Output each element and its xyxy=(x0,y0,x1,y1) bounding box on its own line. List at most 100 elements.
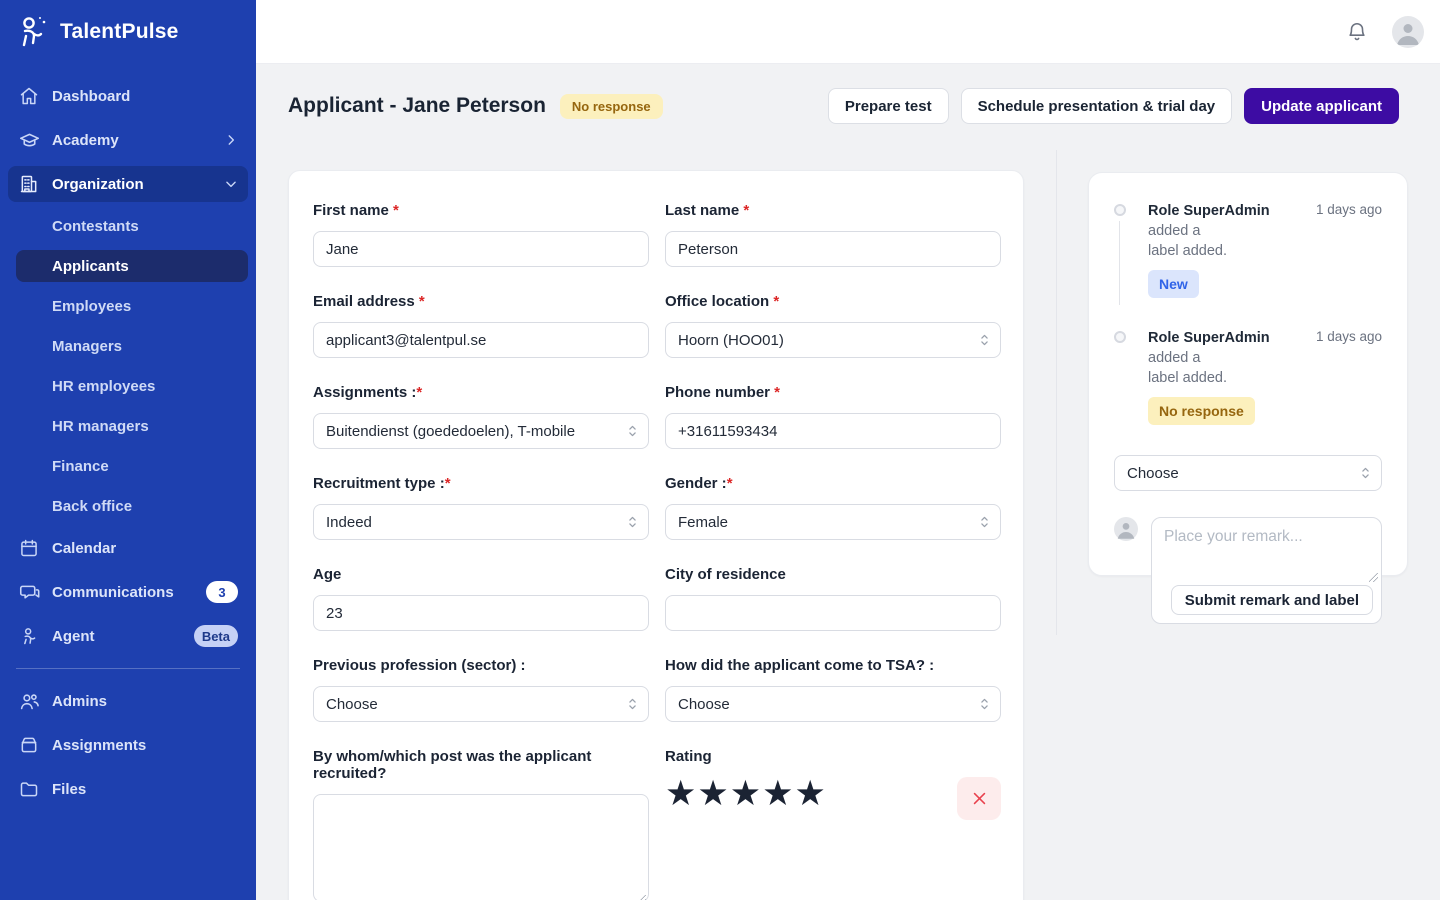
city-label: City of residence xyxy=(665,566,1001,583)
bell-icon[interactable] xyxy=(1346,21,1368,43)
previous-profession-label: Previous profession (sector) : xyxy=(313,657,649,674)
sidebar-item-dashboard[interactable]: Dashboard xyxy=(8,78,248,114)
communications-count-badge: 3 xyxy=(206,581,238,603)
age-input[interactable] xyxy=(313,595,649,631)
recruitment-type-field: Recruitment type :* Indeed xyxy=(313,475,649,540)
page-header: Applicant - Jane Peterson No response Pr… xyxy=(288,88,1399,124)
rating-stars[interactable]: ★★★★★ xyxy=(665,775,827,813)
sidebar-subitem-hr-employees[interactable]: HR employees xyxy=(16,370,248,402)
chevron-down-icon xyxy=(224,177,238,191)
sidebar-item-admins[interactable]: Admins xyxy=(8,683,248,719)
sidebar-item-organization[interactable]: Organization xyxy=(8,166,248,202)
sidebar: TalentPulse Dashboard Academy Organizati… xyxy=(0,0,256,900)
sidebar-subitem-hr-managers[interactable]: HR managers xyxy=(16,410,248,442)
select-chevrons-icon xyxy=(978,697,991,712)
office-location-select[interactable]: Hoorn (HOO01) xyxy=(665,322,1001,358)
gender-select[interactable]: Female xyxy=(665,504,1001,540)
graduation-cap-icon xyxy=(18,129,40,151)
sidebar-subitem-finance[interactable]: Finance xyxy=(16,450,248,482)
timeline-dot-icon xyxy=(1114,331,1126,343)
sidebar-item-label: Dashboard xyxy=(52,88,130,105)
phone-input[interactable] xyxy=(665,413,1001,449)
sidebar-divider xyxy=(16,668,240,669)
age-label: Age xyxy=(313,566,649,583)
submit-remark-button[interactable]: Submit remark and label xyxy=(1171,585,1373,615)
select-chevrons-icon xyxy=(978,515,991,530)
sidebar-item-label: Organization xyxy=(52,176,144,193)
sidebar-subitem-contestants[interactable]: Contestants xyxy=(16,210,248,242)
recruitment-type-select[interactable]: Indeed xyxy=(313,504,649,540)
rating-label: Rating xyxy=(665,748,1001,765)
office-location-label: Office location * xyxy=(665,293,1001,310)
email-input[interactable] xyxy=(313,322,649,358)
last-name-input[interactable] xyxy=(665,231,1001,267)
assignments-field: Assignments :* Buitendienst (goededoelen… xyxy=(313,384,649,449)
sidebar-item-label: Academy xyxy=(52,132,119,149)
sidebar-nav: Dashboard Academy Organization Contestan… xyxy=(0,64,256,807)
brand-name: TalentPulse xyxy=(60,20,179,44)
activity-event: Role SuperAdmin added a label added. No … xyxy=(1114,328,1382,425)
rating-field: Rating ★★★★★ xyxy=(665,748,1001,900)
office-location-field: Office location * Hoorn (HOO01) xyxy=(665,293,1001,358)
sidebar-subitem-managers[interactable]: Managers xyxy=(16,330,248,362)
previous-profession-field: Previous profession (sector) : Choose xyxy=(313,657,649,722)
assignments-select[interactable]: Buitendienst (goededoelen), T-mobile xyxy=(313,413,649,449)
last-name-field: Last name * xyxy=(665,202,1001,267)
sidebar-item-academy[interactable]: Academy xyxy=(8,122,248,158)
source-label: How did the applicant come to TSA? : xyxy=(665,657,1001,674)
sidebar-subitem-applicants[interactable]: Applicants xyxy=(16,250,248,282)
event-action-line2: label added. xyxy=(1148,368,1306,388)
recruitment-type-label: Recruitment type :* xyxy=(313,475,649,492)
event-label-badge: No response xyxy=(1148,397,1255,425)
sidebar-item-agent[interactable]: Agent Beta xyxy=(8,618,248,654)
sidebar-item-assignments[interactable]: Assignments xyxy=(8,727,248,763)
applicant-form-card: First name * Last name * Email address *… xyxy=(288,170,1024,900)
status-badge: No response xyxy=(560,94,663,119)
update-applicant-button[interactable]: Update applicant xyxy=(1244,88,1399,124)
event-actor: Role SuperAdmin xyxy=(1148,330,1270,346)
event-timestamp: 1 days ago xyxy=(1316,328,1382,425)
topbar xyxy=(256,0,1440,64)
schedule-presentation-button[interactable]: Schedule presentation & trial day xyxy=(961,88,1233,124)
phone-field: Phone number * xyxy=(665,384,1001,449)
first-name-input[interactable] xyxy=(313,231,649,267)
sidebar-item-label: Admins xyxy=(52,693,107,710)
city-input[interactable] xyxy=(665,595,1001,631)
remark-textarea[interactable] xyxy=(1152,518,1381,580)
event-action-line2: label added. xyxy=(1148,241,1306,261)
users-icon xyxy=(18,690,40,712)
recruited-by-field: By whom/which post was the applicant rec… xyxy=(313,748,649,900)
first-name-field: First name * xyxy=(313,202,649,267)
email-field: Email address * xyxy=(313,293,649,358)
recruited-by-textarea[interactable] xyxy=(313,794,649,900)
age-field: Age xyxy=(313,566,649,631)
event-actor: Role SuperAdmin xyxy=(1148,203,1270,219)
prepare-test-button[interactable]: Prepare test xyxy=(828,88,949,124)
brand-logo[interactable]: TalentPulse xyxy=(0,0,256,64)
calendar-icon xyxy=(18,537,40,559)
last-name-label: Last name * xyxy=(665,202,1001,219)
sidebar-item-calendar[interactable]: Calendar xyxy=(8,530,248,566)
person-icon xyxy=(18,625,40,647)
main-content: Applicant - Jane Peterson No response Pr… xyxy=(256,64,1440,900)
email-label: Email address * xyxy=(313,293,649,310)
sidebar-subitem-back-office[interactable]: Back office xyxy=(16,490,248,522)
select-chevrons-icon xyxy=(1359,466,1372,481)
source-select[interactable]: Choose xyxy=(665,686,1001,722)
sidebar-item-label: Calendar xyxy=(52,540,116,557)
gender-label: Gender :* xyxy=(665,475,1001,492)
sidebar-subitem-employees[interactable]: Employees xyxy=(16,290,248,322)
event-action: added a xyxy=(1148,350,1200,366)
user-avatar[interactable] xyxy=(1392,16,1424,48)
clear-rating-button[interactable] xyxy=(957,777,1001,820)
assignments-label: Assignments :* xyxy=(313,384,649,401)
sidebar-item-communications[interactable]: Communications 3 xyxy=(8,574,248,610)
recruited-by-label: By whom/which post was the applicant rec… xyxy=(313,748,649,782)
sidebar-item-files[interactable]: Files xyxy=(8,771,248,807)
source-field: How did the applicant come to TSA? : Cho… xyxy=(665,657,1001,722)
archive-box-icon xyxy=(18,734,40,756)
previous-profession-select[interactable]: Choose xyxy=(313,686,649,722)
label-select[interactable]: Choose xyxy=(1114,455,1382,491)
building-icon xyxy=(18,173,40,195)
person-pulse-icon xyxy=(16,14,50,50)
